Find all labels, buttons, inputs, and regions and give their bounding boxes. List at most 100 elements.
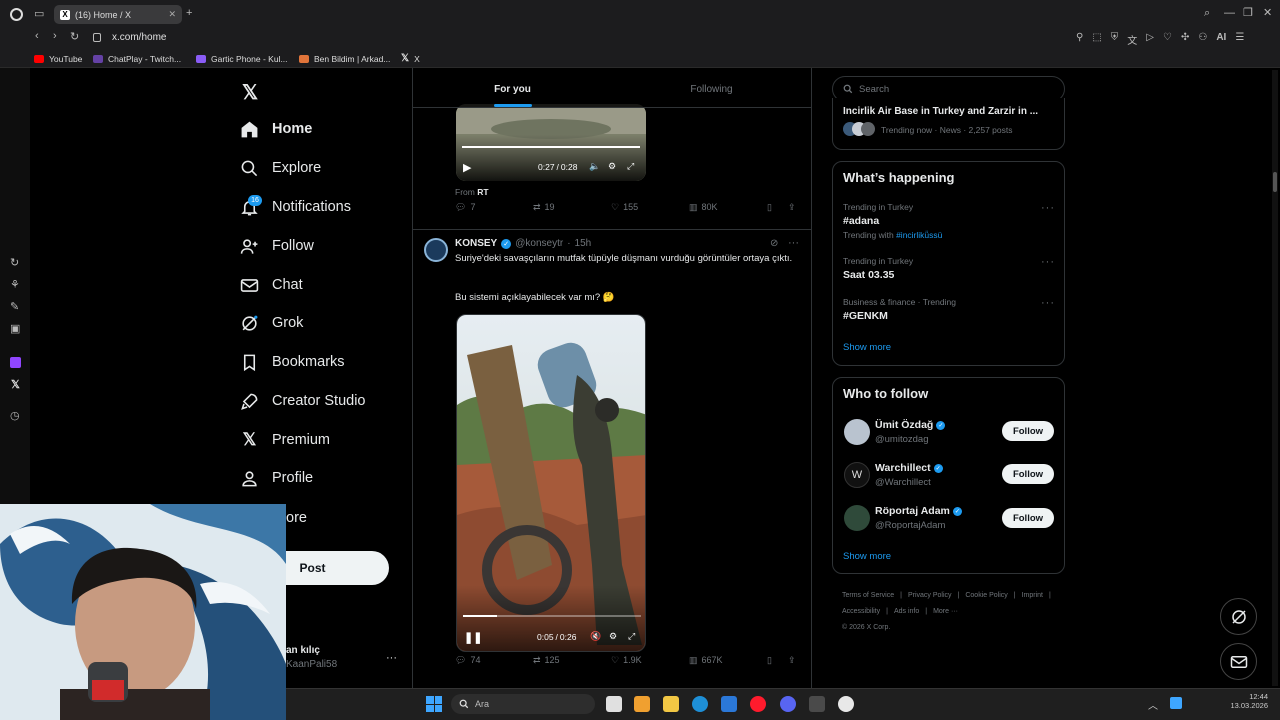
notes-icon[interactable]: ✎ (10, 302, 19, 313)
trend-item[interactable]: Business & finance · Trending #GENKM (843, 297, 1058, 322)
opera-taskbar-icon[interactable] (750, 696, 766, 712)
footer-link[interactable]: Ads info (894, 604, 919, 620)
trend-more-icon[interactable]: ··· (1041, 297, 1055, 309)
chrome-icon[interactable] (838, 696, 854, 712)
trend-with-tag[interactable]: #incirlikü̈ssü (896, 230, 942, 240)
restore-icon[interactable]: ❐ (1243, 8, 1253, 19)
suggested-account[interactable]: Ümit Özdağ ✓ @umitozdag (875, 419, 946, 445)
top-trend-card[interactable]: Incirlik Air Base in Turkey and Zarzir i… (832, 98, 1065, 150)
suggested-account[interactable]: Warchillect ✓ @Warchillect (875, 462, 943, 488)
nav-item-creator-studio[interactable]: Creator Studio (240, 385, 366, 417)
follow-button[interactable]: Follow (1002, 421, 1054, 441)
nav-item-home[interactable]: Home (240, 113, 312, 145)
search-input[interactable]: Search (859, 84, 889, 95)
bookmark-x[interactable]: 𝕏X (401, 52, 420, 65)
tab-following[interactable]: Following (612, 72, 811, 107)
bookmark-benbildim[interactable]: Ben Bildim | Arkad... (299, 52, 390, 65)
clock-icon[interactable]: ◷ (10, 411, 20, 422)
shield-icon[interactable]: ⛨ (1111, 32, 1119, 47)
reload-icon[interactable]: ↻ (70, 32, 79, 43)
store-icon[interactable] (721, 696, 737, 712)
close-window-icon[interactable]: ✕ (1263, 8, 1272, 19)
avatar[interactable] (844, 505, 870, 531)
suggested-account[interactable]: Röportaj Adam ✓ @RoportajAdam (875, 505, 962, 531)
bookmark-chatplay[interactable]: ChatPlay - Twitch... (93, 52, 181, 65)
messages-float-button[interactable] (1220, 643, 1257, 680)
bookmark-youtube[interactable]: YouTube (34, 52, 82, 65)
forward-icon[interactable]: › (53, 31, 57, 42)
browser-tab-active[interactable]: X (16) Home / X ✕ (54, 5, 182, 24)
post2-video[interactable]: ❚❚ 0:05/0:26 🔇 ⚙ ⤢ (456, 314, 646, 652)
nav-item-chat[interactable]: Chat (240, 269, 303, 301)
show-more-link[interactable]: Show more (843, 342, 891, 353)
nav-item-premium[interactable]: 𝕏 Premium (240, 424, 330, 456)
reply-button[interactable]: 💬︎ 7 (455, 202, 475, 213)
opera-logo-icon[interactable] (10, 8, 23, 21)
file-explorer-icon[interactable] (663, 696, 679, 712)
bookmark-icon[interactable]: ▯ (767, 202, 772, 213)
footer-link[interactable]: More ··· (933, 604, 958, 620)
x-logo-icon[interactable]: 𝕏 (242, 80, 258, 105)
taskbar-search-input[interactable]: Ara (475, 699, 489, 709)
translate-icon[interactable]: 文 (1127, 32, 1137, 47)
edge-icon[interactable] (692, 696, 708, 712)
footer-link[interactable]: Cookie Policy (965, 588, 1007, 604)
twitch-icon[interactable] (10, 357, 21, 368)
nav-item-bookmarks[interactable]: Bookmarks (240, 346, 345, 378)
repost-button[interactable]: ⇄ 19 (533, 202, 555, 213)
tab-for-you[interactable]: For you (413, 72, 612, 107)
follow-button[interactable]: Follow (1002, 508, 1054, 528)
share-icon[interactable]: ⇪ (788, 655, 796, 666)
views-button[interactable]: ▥ 667K (689, 655, 723, 666)
account-icon[interactable]: ⚇ (1198, 32, 1207, 47)
scrollbar[interactable] (1272, 70, 1278, 686)
tab-search-icon[interactable]: ⌕ (1204, 8, 1210, 19)
play-icon[interactable]: ▶ (463, 161, 471, 174)
steam-icon[interactable] (809, 696, 825, 712)
video-progress-bar[interactable] (462, 146, 640, 148)
avatar[interactable] (844, 419, 870, 445)
minimize-icon[interactable]: — (1224, 8, 1235, 19)
puzzle-icon[interactable]: ✣ (1181, 32, 1189, 47)
show-more-link[interactable]: Show more (843, 551, 891, 562)
nav-item-grok[interactable]: Grok (240, 307, 303, 339)
pause-icon[interactable]: ❚❚ (464, 631, 482, 644)
post1-video[interactable]: ▶ 0:27/0:28 🔈 ⚙ ⤢ (456, 104, 646, 181)
copilot-icon[interactable] (634, 696, 650, 712)
fullscreen-icon[interactable]: ⤢ (627, 161, 634, 172)
x-sidebar-icon[interactable]: 𝕏 (11, 378, 20, 391)
konsey-avatar[interactable] (424, 238, 448, 262)
follow-button[interactable]: Follow (1002, 464, 1054, 484)
play-icon[interactable]: ▷ (1146, 32, 1154, 47)
tab-manager-icon[interactable]: ▭ (34, 9, 44, 20)
grok-float-button[interactable] (1220, 598, 1257, 635)
footer-link[interactable]: Terms of Service (842, 588, 894, 604)
aria-icon[interactable]: ⚘ (10, 280, 20, 291)
nav-item-explore[interactable]: Explore (240, 152, 321, 184)
tab-close-icon[interactable]: ✕ (168, 9, 176, 20)
messenger-icon[interactable]: ▣ (10, 324, 20, 335)
trend-item[interactable]: Trending in Turkey #adana Trending with … (843, 202, 1058, 240)
post-time[interactable]: 15h (575, 238, 592, 249)
new-tab-icon[interactable]: + (186, 8, 192, 19)
like-button[interactable]: ♡ 155 (611, 202, 638, 213)
nav-item-profile[interactable]: Profile (240, 462, 313, 494)
bookmark-gartic[interactable]: Gartic Phone - Kul... (196, 52, 288, 65)
tray-app-icon[interactable] (1170, 697, 1182, 709)
avatar[interactable]: W (844, 462, 870, 488)
footer-link[interactable]: Imprint (1022, 588, 1043, 604)
history-icon[interactable]: ↻ (10, 258, 19, 269)
scrollbar-thumb[interactable] (1273, 172, 1277, 192)
views-button[interactable]: ▥ 80K (689, 202, 718, 213)
heart-icon[interactable]: ♡ (1163, 32, 1172, 47)
task-view-icon[interactable] (606, 696, 622, 712)
trend-more-icon[interactable]: ··· (1041, 202, 1055, 214)
ai-icon[interactable]: AI (1216, 32, 1226, 47)
volume-icon[interactable]: 🔈 (589, 161, 600, 172)
url-text[interactable]: x.com/home (112, 32, 166, 43)
footer-link[interactable]: Privacy Policy (908, 588, 952, 604)
trend-item[interactable]: Trending in Turkey Saat 03.35 (843, 256, 1058, 281)
back-icon[interactable]: ‹ (35, 31, 39, 42)
post-author[interactable]: KONSEY (455, 238, 497, 249)
pin-icon[interactable]: ⚲ (1076, 32, 1083, 47)
